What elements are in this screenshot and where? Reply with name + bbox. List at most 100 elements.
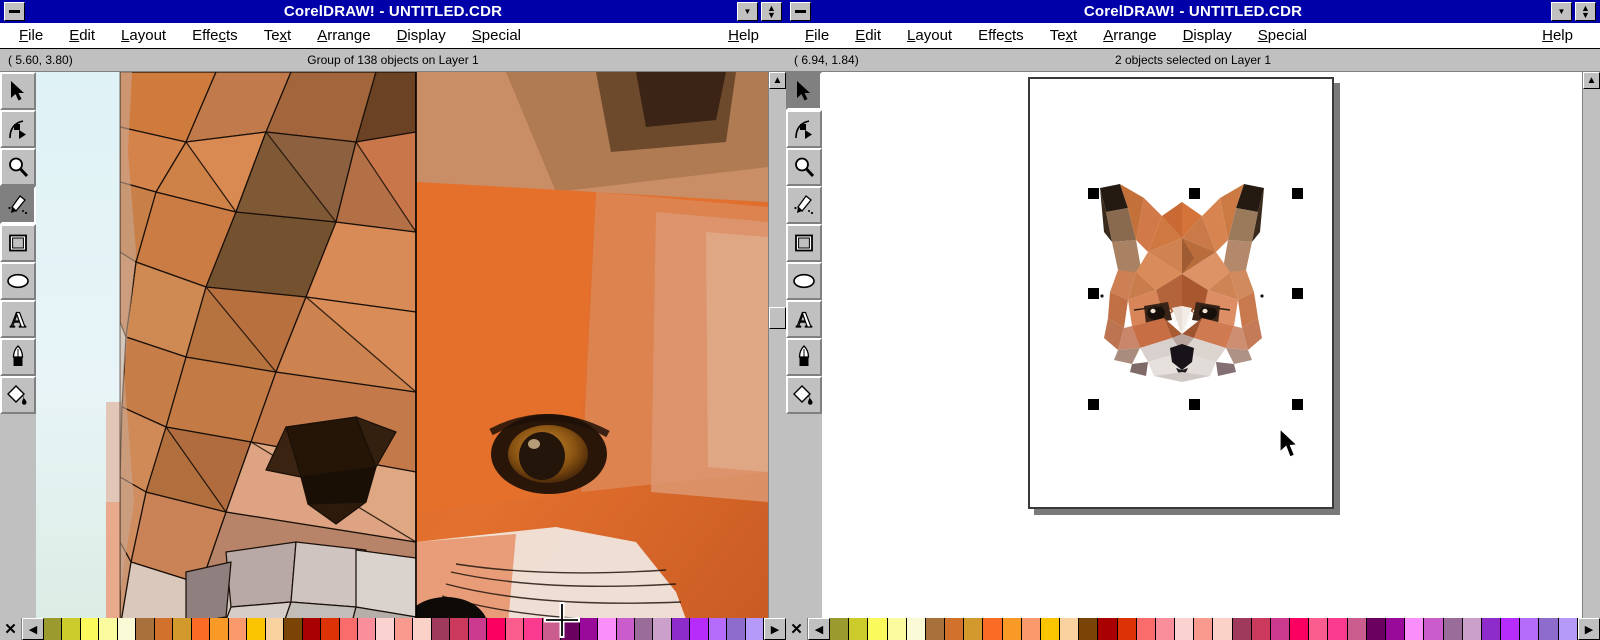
color-swatch[interactable] [450, 618, 469, 640]
color-swatch[interactable] [487, 618, 506, 640]
color-swatch[interactable] [727, 618, 746, 640]
color-swatch[interactable] [1347, 618, 1367, 640]
color-swatch[interactable] [1405, 618, 1425, 640]
color-swatch[interactable] [1213, 618, 1233, 640]
color-swatch[interactable] [983, 618, 1003, 640]
selection-handle-bottom-left[interactable] [1088, 399, 1099, 410]
color-swatch[interactable] [925, 618, 946, 640]
color-swatch[interactable] [247, 618, 266, 640]
color-palette-right[interactable]: ✕ ◀ ▶ [786, 618, 1600, 640]
color-swatch[interactable] [1194, 618, 1214, 640]
color-swatch[interactable] [1366, 618, 1386, 640]
tool-fill-bucket-right[interactable] [786, 376, 822, 414]
menu-text-right[interactable]: Text [1037, 27, 1091, 44]
color-swatch[interactable] [1136, 618, 1156, 640]
color-swatch[interactable] [1098, 618, 1118, 640]
color-swatch[interactable] [616, 618, 635, 640]
color-swatch[interactable] [1175, 618, 1195, 640]
tool-zoom-magnifier-right[interactable] [786, 148, 822, 186]
color-swatch[interactable] [830, 618, 850, 640]
color-swatch[interactable] [1290, 618, 1310, 640]
selection-handle-middle-right[interactable] [1292, 288, 1303, 299]
color-swatch[interactable] [265, 618, 285, 640]
color-swatch[interactable] [868, 618, 888, 640]
color-swatch[interactable] [1481, 618, 1502, 640]
color-swatch[interactable] [154, 618, 174, 640]
color-swatch[interactable] [849, 618, 869, 640]
menu-layout-right[interactable]: Layout [894, 27, 965, 44]
color-swatch[interactable] [671, 618, 691, 640]
tool-rectangle-left[interactable] [0, 224, 36, 262]
color-swatch[interactable] [1155, 618, 1176, 640]
minimize-button-left[interactable]: ▼ [737, 2, 758, 21]
selection-handle-middle-left[interactable] [1088, 288, 1099, 299]
menu-text-left[interactable]: Text [251, 27, 305, 44]
menu-arrange-left[interactable]: Arrange [304, 27, 383, 44]
palette-next-button-right[interactable]: ▶ [1578, 618, 1600, 640]
color-swatch[interactable] [1060, 618, 1080, 640]
scrollbar-vertical-right[interactable]: ▲ ▼ [1582, 72, 1600, 640]
tool-text-left[interactable]: A [0, 300, 36, 338]
selection-handle-top-left[interactable] [1088, 188, 1099, 199]
color-swatch[interactable] [1443, 618, 1463, 640]
color-swatch[interactable] [302, 618, 322, 640]
color-swatch[interactable] [394, 618, 414, 640]
color-swatch[interactable] [945, 618, 965, 640]
system-menu-button-left[interactable] [4, 2, 25, 21]
color-swatch[interactable] [887, 618, 907, 640]
restore-button-left[interactable]: ▲ ▼ [761, 2, 782, 21]
color-swatch[interactable] [524, 618, 543, 640]
color-swatch[interactable] [906, 618, 926, 640]
tool-ellipse-left[interactable] [0, 262, 36, 300]
color-swatch[interactable] [1117, 618, 1137, 640]
menu-layout-left[interactable]: Layout [108, 27, 179, 44]
color-swatch[interactable] [708, 618, 728, 640]
color-swatch[interactable] [1021, 618, 1041, 640]
color-swatch[interactable] [117, 618, 137, 640]
color-palette-left[interactable]: ✕ ◀ ▶ [0, 618, 786, 640]
color-swatch[interactable] [321, 618, 340, 640]
color-swatch[interactable] [339, 618, 358, 640]
palette-prev-button-right[interactable]: ◀ [808, 618, 830, 640]
color-swatch[interactable] [1309, 618, 1329, 640]
color-swatch[interactable] [1558, 618, 1578, 640]
scroll-track-vertical-left[interactable] [769, 89, 786, 629]
tool-pick-arrow-left[interactable] [0, 72, 36, 110]
lowpoly-fox-artwork[interactable] [1084, 182, 1280, 382]
color-swatch[interactable] [1002, 618, 1022, 640]
palette-next-button-left[interactable]: ▶ [764, 618, 786, 640]
color-swatch[interactable] [413, 618, 432, 640]
menu-help-right[interactable]: Help [1529, 27, 1586, 44]
palette-swatches-right[interactable] [830, 618, 1578, 640]
color-swatch[interactable] [80, 618, 100, 640]
color-swatch[interactable] [431, 618, 451, 640]
color-swatch[interactable] [745, 618, 764, 640]
color-swatch[interactable] [1270, 618, 1291, 640]
color-swatch[interactable] [1501, 618, 1521, 640]
canvas-left[interactable] [36, 72, 768, 640]
color-swatch[interactable] [1462, 618, 1482, 640]
color-swatch[interactable] [505, 618, 525, 640]
tool-outline-pen-left[interactable] [0, 338, 36, 376]
color-swatch[interactable] [1424, 618, 1444, 640]
scrollbar-vertical-left[interactable]: ▲ ▼ [768, 72, 786, 640]
tool-shape-node-edit-left[interactable] [0, 110, 36, 148]
tool-shape-node-edit-right[interactable] [786, 110, 822, 148]
no-fill-swatch-right[interactable]: ✕ [786, 618, 808, 640]
color-swatch[interactable] [579, 618, 599, 640]
color-swatch[interactable] [62, 618, 81, 640]
menu-edit-left[interactable]: Edit [56, 27, 108, 44]
tool-zoom-magnifier-left[interactable] [0, 148, 36, 186]
minimize-button-right[interactable]: ▼ [1551, 2, 1572, 21]
color-swatch[interactable] [1385, 618, 1406, 640]
color-swatch[interactable] [44, 618, 63, 640]
palette-prev-button-left[interactable]: ◀ [22, 618, 44, 640]
color-swatch[interactable] [284, 618, 303, 640]
color-swatch[interactable] [964, 618, 984, 640]
tool-fill-bucket-left[interactable] [0, 376, 36, 414]
menu-special-right[interactable]: Special [1245, 27, 1320, 44]
color-swatch[interactable] [1079, 618, 1099, 640]
tool-freehand-pencil-left[interactable] [0, 186, 36, 224]
color-swatch[interactable] [1232, 618, 1252, 640]
scroll-track-vertical-right[interactable] [1583, 89, 1600, 629]
